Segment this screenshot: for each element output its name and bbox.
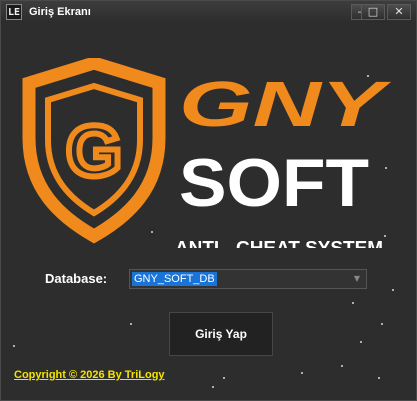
star-dot bbox=[341, 365, 343, 367]
star-dot bbox=[378, 377, 380, 379]
star-dot bbox=[360, 341, 362, 343]
star-dot bbox=[352, 302, 354, 304]
window-title: Giriş Ekranı bbox=[29, 6, 91, 18]
star-dot bbox=[301, 372, 303, 374]
app-icon: LE bbox=[6, 4, 22, 20]
title-bar[interactable]: LE Giriş Ekranı — □ ✕ bbox=[1, 1, 416, 24]
database-select[interactable]: GNY_SOFT_DB ▼ bbox=[129, 269, 367, 289]
database-select-value: GNY_SOFT_DB bbox=[132, 272, 217, 286]
database-label: Database: bbox=[45, 271, 108, 286]
chevron-down-icon[interactable]: ▼ bbox=[350, 271, 364, 287]
star-dot bbox=[130, 323, 132, 325]
brand-bottom-text: SOFT bbox=[179, 145, 369, 221]
star-dot bbox=[13, 345, 15, 347]
star-dot bbox=[212, 386, 214, 388]
client-area: G GNY SOFT ANTI - CHEAT SYSTEM Database:… bbox=[1, 23, 416, 400]
login-button[interactable]: Giriş Yap bbox=[169, 312, 273, 356]
maximize-button[interactable]: □ bbox=[361, 4, 385, 20]
copyright-link[interactable]: Copyright © 2026 By TriLogy bbox=[14, 369, 165, 381]
tagline-text: ANTI - CHEAT SYSTEM bbox=[175, 238, 383, 248]
shield-letter: G bbox=[66, 112, 122, 192]
star-dot bbox=[223, 377, 225, 379]
close-button[interactable]: ✕ bbox=[387, 4, 411, 20]
brand-top-text: GNY bbox=[179, 68, 392, 140]
star-dot bbox=[392, 289, 394, 291]
gny-soft-logo: G GNY SOFT ANTI - CHEAT SYSTEM bbox=[22, 58, 392, 248]
login-window: LE Giriş Ekranı — □ ✕ G GNY SOFT bbox=[0, 0, 417, 401]
star-dot bbox=[381, 323, 383, 325]
